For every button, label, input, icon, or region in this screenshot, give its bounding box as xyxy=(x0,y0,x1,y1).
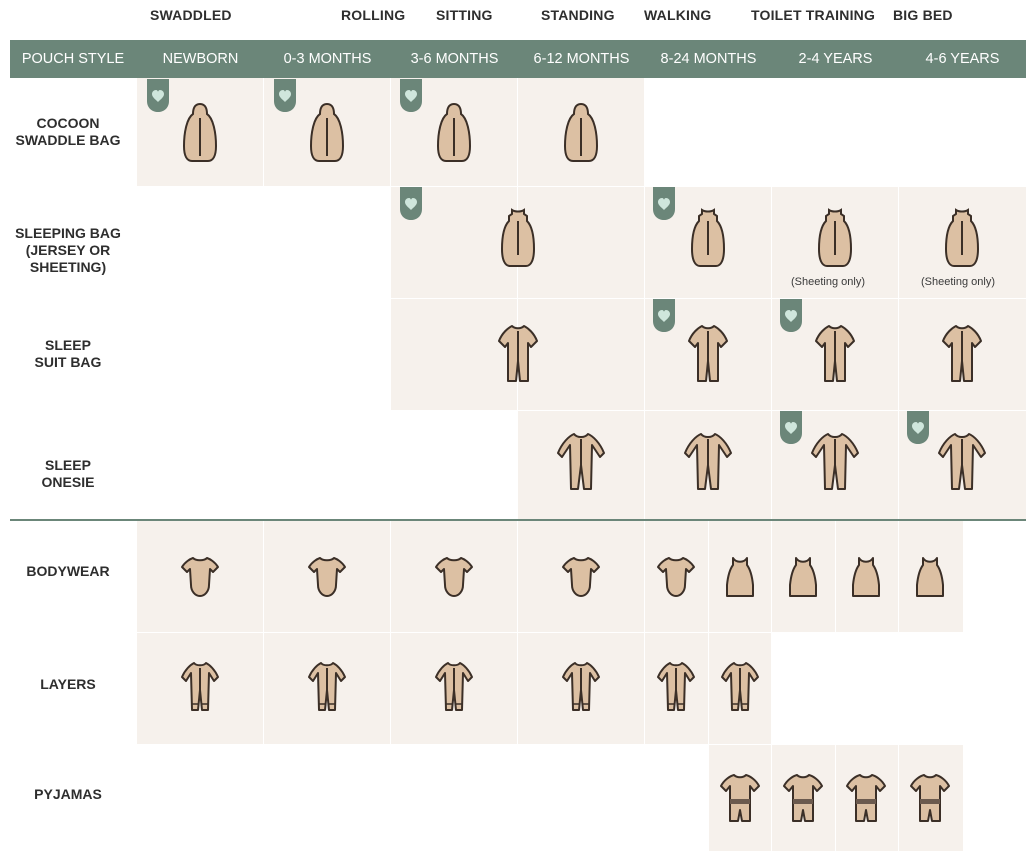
grid-line xyxy=(898,78,899,851)
row-label-bodywear: BODYWEAR xyxy=(26,563,110,579)
bodysuit-icon xyxy=(656,555,696,604)
layers-icon xyxy=(561,660,601,719)
bodysuit-icon xyxy=(434,555,474,604)
sleeping-bag-icon xyxy=(688,207,728,274)
grid-line xyxy=(390,78,391,851)
sleep-guide-chart: SWADDLED ROLLING SITTING STANDING WALKIN… xyxy=(0,0,1026,851)
header-age-2-4-years: 2-4 YEARS xyxy=(798,51,873,67)
note-sheeting-only: (Sheeting only) xyxy=(921,276,995,288)
sleep-onesie-icon xyxy=(683,431,733,498)
bodysuit-icon xyxy=(307,555,347,604)
grid-line xyxy=(263,78,264,851)
layers-icon xyxy=(720,660,760,719)
grid-line xyxy=(136,78,137,851)
header-age-8-24-months: 8-24 MONTHS xyxy=(660,51,757,67)
header-age-3-6-months: 3-6 MONTHS xyxy=(410,51,499,67)
header-age-0-3-months: 0-3 MONTHS xyxy=(283,51,372,67)
header-pouch-style: POUCH STYLE xyxy=(21,51,125,67)
row-label-cocoon: COCOON SWADDLE BAG xyxy=(15,115,121,148)
milestone-swaddled: SWADDLED xyxy=(150,7,232,23)
row-label-sleeping-bag: SLEEPING BAG (JERSEY OR SHEETING) xyxy=(15,224,121,275)
heart-tag-icon xyxy=(400,187,422,226)
pyjamas-icon xyxy=(719,772,761,829)
heart-tag-icon xyxy=(274,79,296,118)
milestone-sitting: SITTING xyxy=(436,7,493,23)
layers-icon xyxy=(307,660,347,719)
row-label-sleep-onesie: SLEEP ONESIE xyxy=(41,457,95,490)
grid-line xyxy=(835,521,836,851)
heart-tag-icon xyxy=(653,299,675,338)
layers-icon xyxy=(434,660,474,719)
milestone-standing: STANDING xyxy=(541,7,615,23)
sleeping-bag-icon xyxy=(815,207,855,274)
sleep-suit-bag-icon xyxy=(940,323,984,390)
heart-tag-icon xyxy=(780,411,802,450)
shade-bodywear xyxy=(136,521,963,632)
note-sheeting-only: (Sheeting only) xyxy=(791,276,865,288)
singlet-icon xyxy=(724,555,756,604)
header-age-newborn: NEWBORN xyxy=(162,51,239,67)
row-label-layers: LAYERS xyxy=(40,675,96,692)
row-label-pyjamas: PYJAMAS xyxy=(34,785,102,802)
pyjamas-icon xyxy=(782,772,824,829)
singlet-icon xyxy=(914,555,946,604)
sleep-onesie-icon xyxy=(937,431,987,498)
sleeping-bag-icon xyxy=(942,207,982,274)
header-age-4-6-years: 4-6 YEARS xyxy=(925,51,1000,67)
layers-icon xyxy=(656,660,696,719)
sleep-suit-bag-icon xyxy=(813,323,857,390)
cocoon-swaddle-icon xyxy=(181,102,219,169)
pyjamas-icon xyxy=(845,772,887,829)
cocoon-swaddle-icon xyxy=(308,102,346,169)
heart-tag-icon xyxy=(653,187,675,226)
grid-line xyxy=(136,410,1026,411)
heart-tag-icon xyxy=(780,299,802,338)
milestone-rolling: ROLLING xyxy=(341,7,406,23)
section-divider xyxy=(10,519,1026,521)
milestone-walking: WALKING xyxy=(644,7,712,23)
heart-tag-icon xyxy=(907,411,929,450)
singlet-icon xyxy=(787,555,819,604)
cocoon-swaddle-icon xyxy=(562,102,600,169)
bodysuit-icon xyxy=(180,555,220,604)
grid-line xyxy=(136,186,1026,187)
grid-line xyxy=(708,521,709,851)
pyjamas-icon xyxy=(909,772,951,829)
layers-icon xyxy=(180,660,220,719)
heart-tag-icon xyxy=(400,79,422,118)
row-label-sleep-suit-bag: SLEEP SUIT BAG xyxy=(34,337,102,370)
cocoon-swaddle-icon xyxy=(435,102,473,169)
sleep-suit-bag-icon xyxy=(686,323,730,390)
grid-line xyxy=(136,744,1026,745)
heart-tag-icon xyxy=(147,79,169,118)
grid-line xyxy=(771,78,772,851)
sleep-onesie-icon xyxy=(810,431,860,498)
grid-line xyxy=(136,632,1026,633)
sleep-onesie-icon xyxy=(556,431,606,498)
bodysuit-icon xyxy=(561,555,601,604)
milestone-toilet-training: TOILET TRAINING xyxy=(751,7,876,23)
header-age-6-12-months: 6-12 MONTHS xyxy=(533,51,630,67)
sleeping-bag-icon xyxy=(498,207,538,274)
grid-line xyxy=(136,298,1026,299)
milestone-big-bed: BIG BED xyxy=(893,7,953,23)
grid-line xyxy=(517,78,518,851)
sleep-suit-bag-icon xyxy=(496,323,540,390)
grid-line xyxy=(644,78,645,851)
singlet-icon xyxy=(850,555,882,604)
